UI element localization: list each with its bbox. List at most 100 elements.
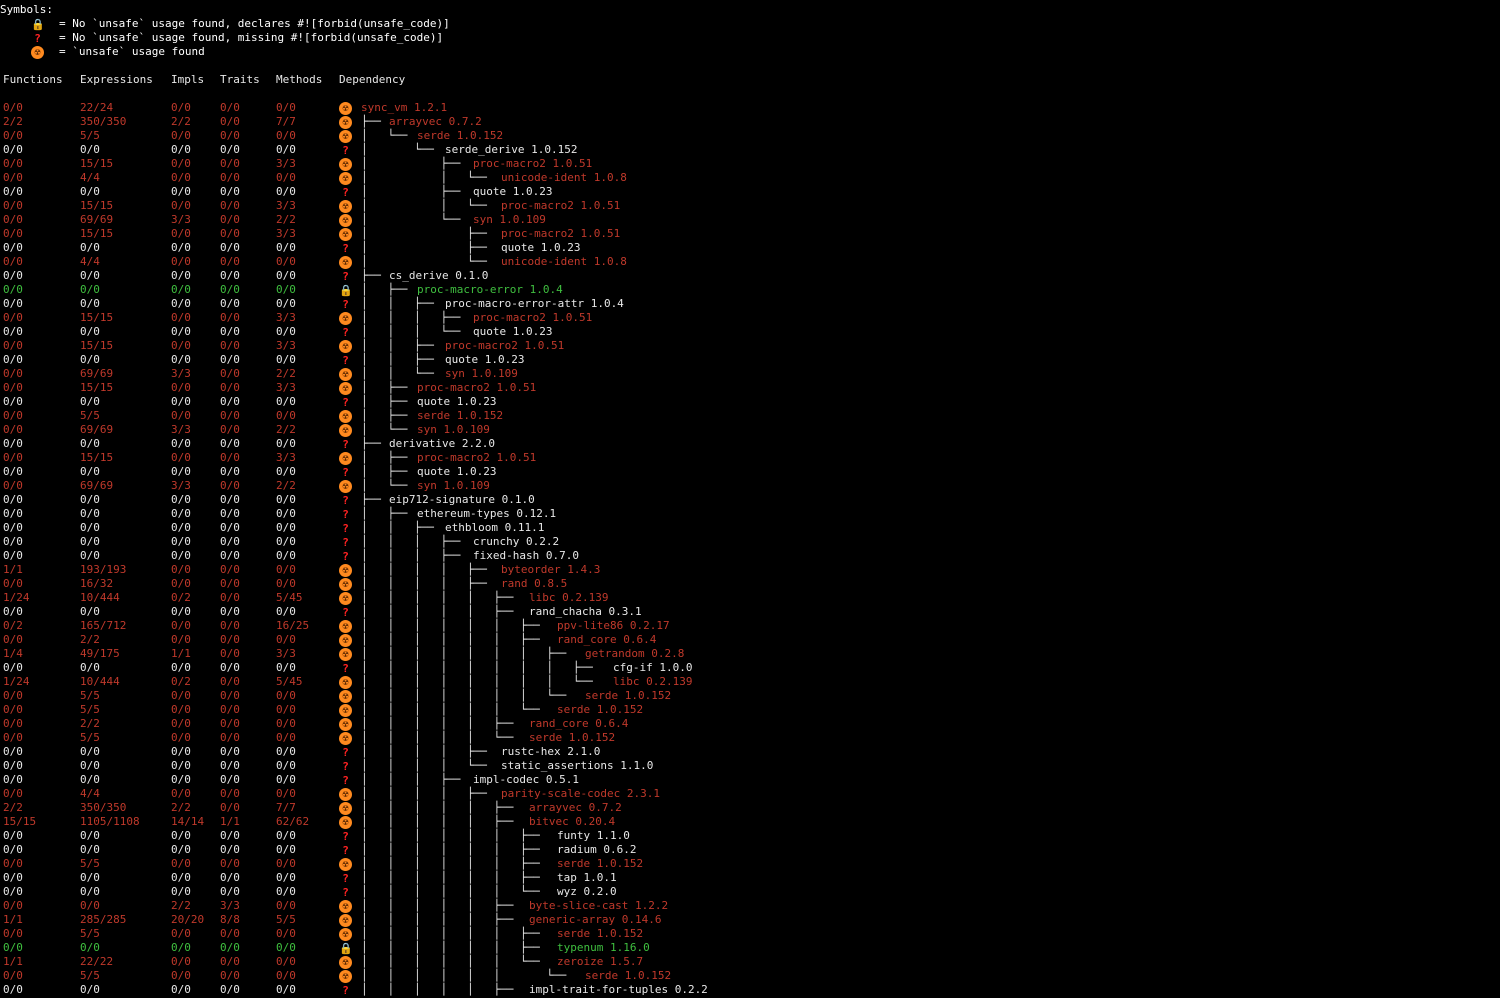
tree-branch: │ ├── bbox=[361, 283, 414, 296]
radioactive-icon: ☢ bbox=[339, 256, 352, 269]
dependency-name: libc 0.2.139 bbox=[613, 675, 693, 688]
dependency-name: serde 1.0.152 bbox=[585, 969, 672, 982]
expressions-value: 0/0 bbox=[80, 395, 100, 408]
table-row: 0/0 0/0 0/0 0/0 0/0? │ │ ├── proc-macro-error… bbox=[0, 297, 1000, 311]
methods-value: 0/0 bbox=[276, 577, 296, 590]
impls-value: 0/0 bbox=[171, 101, 191, 114]
dependency-name: quote 1.0.23 bbox=[417, 465, 497, 478]
functions-value: 0/0 bbox=[3, 703, 23, 716]
methods-value: 3/3 bbox=[276, 381, 296, 394]
question-icon: ? bbox=[342, 536, 349, 549]
methods-value: 0/0 bbox=[276, 101, 296, 114]
expressions-value: 5/5 bbox=[80, 731, 100, 744]
expressions-value: 16/32 bbox=[80, 577, 114, 590]
dependency-name: rustc-hex 2.1.0 bbox=[501, 745, 601, 758]
table-row: 0/0 0/0 0/0 0/0 0/0? │ │ ├── ethbloom 0.11.1 bbox=[0, 521, 1000, 535]
table-row: 1/24 10/444 0/2 0/0 5/45 ☢ │ │ │ │ │ │ │ │ └──… bbox=[0, 675, 1000, 689]
functions-value: 0/0 bbox=[3, 871, 23, 884]
functions-value: 0/0 bbox=[3, 759, 23, 772]
methods-value: 7/7 bbox=[276, 115, 296, 128]
dependency-name: byte-slice-cast 1.2.2 bbox=[529, 899, 669, 912]
dependency-name: quote 1.0.23 bbox=[501, 241, 581, 254]
tree-branch: │ │ │ ├── bbox=[361, 773, 467, 786]
radioactive-icon: ☢ bbox=[339, 382, 352, 395]
methods-value: 5/5 bbox=[276, 913, 296, 926]
methods-value: 0/0 bbox=[276, 759, 296, 772]
functions-value: 0/0 bbox=[3, 983, 23, 996]
traits-value: 0/0 bbox=[220, 367, 240, 380]
table-row: 0/0 0/0 0/0 0/0 0/0? │ └── serde_derive 1.0.1… bbox=[0, 143, 1000, 157]
expressions-value: 0/0 bbox=[80, 549, 100, 562]
impls-value: 0/0 bbox=[171, 927, 191, 940]
expressions-value: 0/0 bbox=[80, 941, 100, 954]
methods-value: 0/0 bbox=[276, 941, 296, 954]
dependency-name: serde 1.0.152 bbox=[529, 731, 616, 744]
impls-value: 2/2 bbox=[171, 899, 191, 912]
expressions-value: 15/15 bbox=[80, 227, 114, 240]
table-row: 0/0 15/15 0/0 0/0 3/3 ☢ │ ├── proc-macro2 1.0.… bbox=[0, 381, 1000, 395]
question-icon: ? bbox=[342, 760, 349, 773]
functions-value: 0/0 bbox=[3, 255, 23, 268]
functions-value: 0/0 bbox=[3, 451, 23, 464]
traits-value: 0/0 bbox=[220, 703, 240, 716]
table-row: 0/0 15/15 0/0 0/0 3/3 ☢ │ ├── proc-macro2 1.0.… bbox=[0, 227, 1000, 241]
tree-branch: │ │ │ │ │ │ ├── bbox=[361, 633, 547, 646]
impls-value: 0/0 bbox=[171, 339, 191, 352]
tree-branch: │ │ │ │ │ │ └── bbox=[361, 969, 573, 982]
table-row: 0/0 69/69 3/3 0/0 2/2 ☢ │ │ └── syn 1.0.109 bbox=[0, 367, 1000, 381]
traits-value: 0/0 bbox=[220, 241, 240, 254]
functions-value: 0/0 bbox=[3, 171, 23, 184]
methods-value: 0/0 bbox=[276, 689, 296, 702]
dependency-name: rand 0.8.5 bbox=[501, 577, 568, 590]
table-row: 0/0 2/2 0/0 0/0 0/0 ☢ │ │ │ │ │ ├── rand_core … bbox=[0, 717, 1000, 731]
methods-value: 5/45 bbox=[276, 591, 303, 604]
tree-branch: │ │ │ │ │ ├── bbox=[361, 801, 520, 814]
table-row: 1/24 10/444 0/2 0/0 5/45 ☢ │ │ │ │ │ ├── libc … bbox=[0, 591, 1000, 605]
tree-branch: │ │ │ ├── bbox=[361, 311, 467, 324]
impls-value: 0/0 bbox=[171, 451, 191, 464]
lock-icon: 🔒 bbox=[339, 284, 353, 297]
dependency-name: serde 1.0.152 bbox=[557, 703, 644, 716]
dependency-name: eip712-signature 0.1.0 bbox=[389, 493, 535, 506]
tree-branch: │ │ │ │ │ │ ├── bbox=[361, 871, 547, 884]
table-row: 0/0 69/69 3/3 0/0 2/2 ☢ │ └── syn 1.0.109 bbox=[0, 423, 1000, 437]
tree-branch: │ │ │ │ │ │ └── bbox=[361, 955, 547, 968]
legend-text: = No `unsafe` usage found, declares #![f… bbox=[59, 17, 450, 30]
table-row: 1/4 49/175 1/1 0/0 3/3 ☢ │ │ │ │ │ │ │ ├── get… bbox=[0, 647, 1000, 661]
table-row: 0/0 15/15 0/0 0/0 3/3 ☢ │ ├── proc-macro2 1.0.… bbox=[0, 157, 1000, 171]
tree-branch: ├── bbox=[361, 493, 388, 506]
functions-value: 0/0 bbox=[3, 339, 23, 352]
dependency-name: impl-codec 0.5.1 bbox=[473, 773, 579, 786]
traits-value: 0/0 bbox=[220, 717, 240, 730]
radioactive-icon: ☢ bbox=[339, 704, 352, 717]
impls-value: 0/0 bbox=[171, 759, 191, 772]
impls-value: 0/0 bbox=[171, 465, 191, 478]
table-row: 2/2 350/350 2/2 0/0 7/7 ☢ │ │ │ │ │ ├── arrayv… bbox=[0, 801, 1000, 815]
tree-branch: │ │ │ │ │ │ │ └── bbox=[361, 689, 573, 702]
traits-value: 0/0 bbox=[220, 829, 240, 842]
tree-branch: │ ├── bbox=[361, 395, 414, 408]
methods-value: 0/0 bbox=[276, 955, 296, 968]
traits-value: 0/0 bbox=[220, 339, 240, 352]
table-row: 0/0 69/69 3/3 0/0 2/2 ☢ │ └── syn 1.0.109 bbox=[0, 213, 1000, 227]
functions-value: 0/0 bbox=[3, 885, 23, 898]
impls-value: 0/0 bbox=[171, 521, 191, 534]
table-row: 0/0 0/0 0/0 0/0 0/0? │ │ │ │ │ │ ├── radium 0… bbox=[0, 843, 1000, 857]
radioactive-icon: ☢ bbox=[339, 480, 352, 493]
traits-value: 0/0 bbox=[220, 297, 240, 310]
methods-value: 0/0 bbox=[276, 927, 296, 940]
expressions-value: 0/0 bbox=[80, 745, 100, 758]
functions-value: 1/1 bbox=[3, 563, 23, 576]
traits-value: 0/0 bbox=[220, 983, 240, 996]
question-icon: ? bbox=[342, 186, 349, 199]
traits-value: 0/0 bbox=[220, 661, 240, 674]
table-row: 0/0 0/0 0/0 0/0 0/0 🔒 │ │ │ │ │ │ ├── typenum … bbox=[0, 941, 1000, 955]
radioactive-icon: ☢ bbox=[339, 676, 352, 689]
radioactive-icon: ☢ bbox=[339, 648, 352, 661]
radioactive-icon: ☢ bbox=[339, 424, 352, 437]
dependency-name: serde 1.0.152 bbox=[557, 927, 644, 940]
tree-branch: │ │ │ │ ├── bbox=[361, 745, 494, 758]
legend-item-lock: 🔒 = No `unsafe` usage found, declares #!… bbox=[0, 17, 600, 31]
functions-value: 0/0 bbox=[3, 661, 23, 674]
question-icon: ? bbox=[342, 466, 349, 479]
